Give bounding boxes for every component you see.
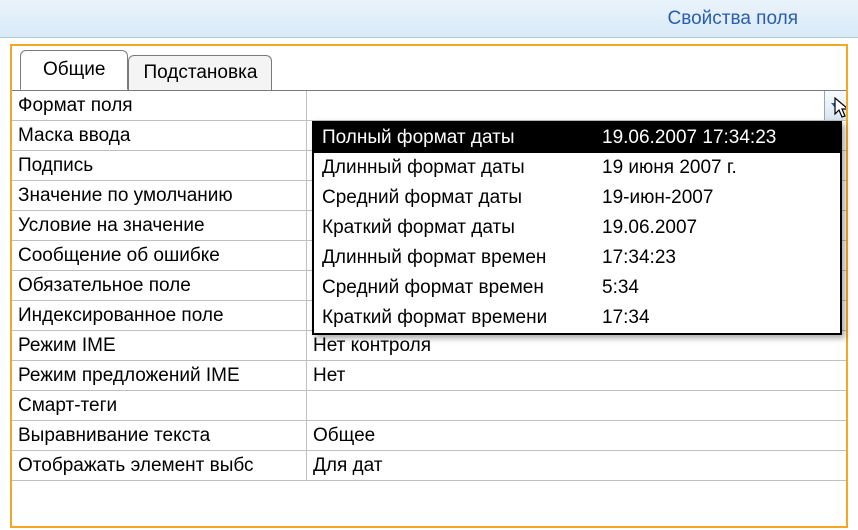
dropdown-option[interactable]: Длинный формат времен17:34:23 [314, 243, 840, 273]
property-label: Маска ввода [12, 121, 307, 150]
property-label: Смарт-теги [12, 391, 307, 420]
dropdown-option[interactable]: Длинный формат даты19 июня 2007 г. [314, 153, 840, 183]
property-label: Выравнивание текста [12, 421, 307, 450]
property-value[interactable]: Для дат [307, 451, 846, 480]
property-row: Смарт-теги [12, 391, 846, 421]
dropdown-option[interactable]: Средний формат даты19-июн-2007 [314, 183, 840, 213]
dropdown-option-example: 19.06.2007 [594, 217, 840, 239]
tab-lookup[interactable]: Подстановка [128, 55, 272, 90]
dropdown-option-example: 17:34 [594, 307, 840, 329]
properties-grid: Формат поляМаска вводаПодписьЗначение по… [12, 90, 846, 481]
dropdown-option-name: Краткий формат времени [314, 307, 594, 329]
dropdown-option-name: Длинный формат времен [314, 247, 594, 269]
property-row: Отображать элемент выбсДля дат [12, 451, 846, 481]
dropdown-option[interactable]: Краткий формат времени17:34 [314, 303, 840, 333]
dropdown-option-name: Полный формат даты [314, 127, 594, 149]
dropdown-option-name: Длинный формат даты [314, 157, 594, 179]
property-label: Условие на значение [12, 211, 307, 240]
property-value[interactable] [307, 391, 846, 420]
dropdown-option-name: Средний формат времен [314, 277, 594, 299]
titlebar-title: Свойства поля [667, 8, 798, 30]
format-dropdown-list[interactable]: Полный формат даты19.06.2007 17:34:23Дли… [312, 121, 842, 335]
property-label: Индексированное поле [12, 301, 307, 330]
dropdown-option-example: 17:34:23 [594, 247, 840, 269]
dropdown-option[interactable]: Краткий формат даты19.06.2007 [314, 213, 840, 243]
property-row: Выравнивание текстаОбщее [12, 421, 846, 451]
property-value[interactable] [307, 91, 846, 120]
field-properties-window: Свойства поля Общие Подстановка Формат п… [0, 0, 858, 530]
dropdown-option-example: 19-июн-2007 [594, 187, 840, 209]
property-row: Формат поля [12, 91, 846, 121]
properties-panel: Общие Подстановка Формат поляМаска ввода… [10, 44, 848, 528]
property-value[interactable]: Нет контроля [307, 331, 846, 360]
property-label: Сообщение об ошибке [12, 241, 307, 270]
property-label: Формат поля [12, 91, 307, 120]
titlebar: Свойства поля [0, 0, 858, 38]
tab-strip: Общие Подстановка [12, 45, 846, 89]
property-row: Режим IMEНет контроля [12, 331, 846, 361]
dropdown-option-name: Средний формат даты [314, 187, 594, 209]
dropdown-option[interactable]: Средний формат времен5:34 [314, 273, 840, 303]
property-label: Значение по умолчанию [12, 181, 307, 210]
property-value[interactable]: Общее [307, 421, 846, 450]
dropdown-option-example: 5:34 [594, 277, 840, 299]
property-label: Подпись [12, 151, 307, 180]
property-label: Отображать элемент выбс [12, 451, 307, 480]
dropdown-option-name: Краткий формат даты [314, 217, 594, 239]
property-label: Обязательное поле [12, 271, 307, 300]
property-row: Режим предложений IMEНет [12, 361, 846, 391]
property-label: Режим предложений IME [12, 361, 307, 390]
dropdown-option-example: 19.06.2007 17:34:23 [594, 127, 840, 149]
property-value[interactable]: Нет [307, 361, 846, 390]
property-label: Режим IME [12, 331, 307, 360]
dropdown-option[interactable]: Полный формат даты19.06.2007 17:34:23 [314, 123, 840, 153]
tab-general[interactable]: Общие [20, 50, 128, 90]
cursor-icon [834, 97, 846, 120]
dropdown-option-example: 19 июня 2007 г. [594, 157, 840, 179]
